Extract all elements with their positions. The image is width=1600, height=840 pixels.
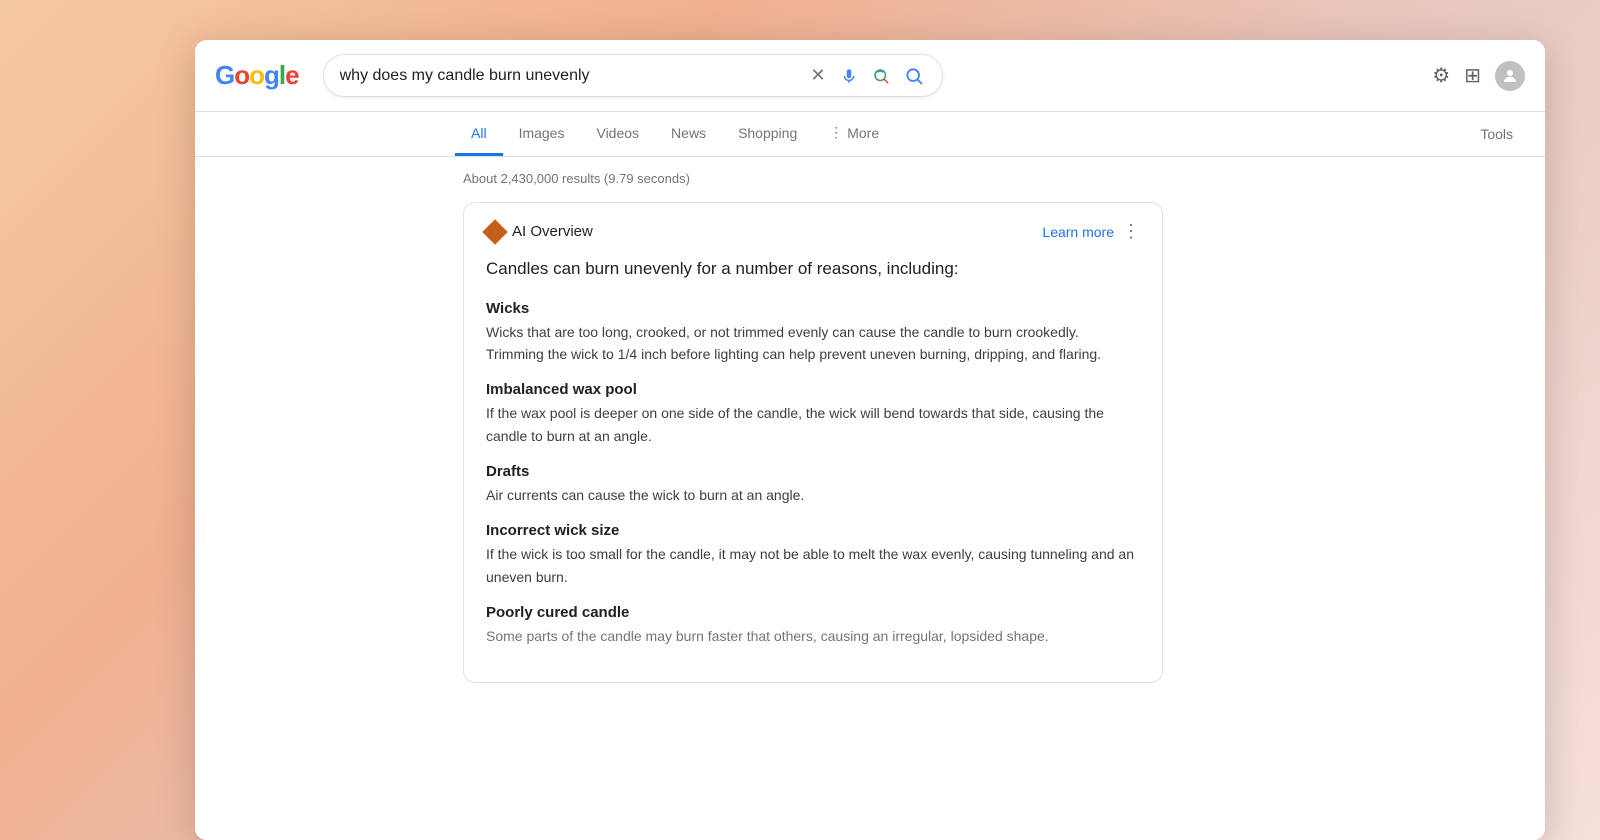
learn-more-link[interactable]: Learn more (1042, 224, 1114, 240)
ai-title-row: AI Overview (486, 223, 593, 241)
logo-o2: o (249, 60, 264, 91)
settings-icon[interactable]: ⚙ (1432, 63, 1450, 88)
ai-overview-title: AI Overview (512, 223, 593, 240)
top-right-icons: ⚙ ⊞ (1432, 61, 1525, 91)
search-submit-button[interactable] (902, 64, 926, 88)
ai-section-wax: Imbalanced wax pool If the wax pool is d… (486, 381, 1140, 447)
tab-images[interactable]: Images (503, 113, 581, 156)
ai-section-title-wax: Imbalanced wax pool (486, 381, 1140, 398)
ai-overview: AI Overview Learn more ⋮ Candles can bur… (463, 202, 1163, 683)
more-dots-icon: ⋮ (829, 124, 843, 141)
logo-g: G (215, 60, 234, 91)
ai-options-icon[interactable]: ⋮ (1122, 221, 1140, 242)
avatar[interactable] (1495, 61, 1525, 91)
tab-videos[interactable]: Videos (580, 113, 655, 156)
google-logo: G o o g l e (215, 60, 299, 91)
ai-section-title-wick-size: Incorrect wick size (486, 522, 1140, 539)
tools-button[interactable]: Tools (1468, 118, 1525, 150)
ai-section-text-wicks: Wicks that are too long, crooked, or not… (486, 321, 1140, 366)
tab-more[interactable]: ⋮ More (813, 112, 895, 156)
main-content: About 2,430,000 results (9.79 seconds) A… (195, 157, 1545, 840)
ai-section-cured: Poorly cured candle Some parts of the ca… (486, 604, 1140, 647)
search-input[interactable] (340, 67, 799, 85)
logo-e: e (285, 60, 298, 91)
clear-button[interactable]: ✕ (809, 63, 828, 88)
ai-intro: Candles can burn unevenly for a number o… (486, 256, 1140, 282)
logo-o1: o (234, 60, 249, 91)
ai-header-right: Learn more ⋮ (1042, 221, 1140, 242)
tab-news[interactable]: News (655, 113, 722, 156)
lens-search-button[interactable] (870, 65, 892, 87)
ai-section-drafts: Drafts Air currents can cause the wick t… (486, 463, 1140, 506)
results-count: About 2,430,000 results (9.79 seconds) (463, 171, 1525, 186)
ai-section-title-cured: Poorly cured candle (486, 604, 1140, 621)
apps-icon[interactable]: ⊞ (1464, 63, 1481, 88)
search-bar: ✕ (323, 54, 943, 97)
ai-diamond-icon (482, 219, 507, 244)
ai-section-text-wax: If the wax pool is deeper on one side of… (486, 402, 1140, 447)
top-bar: G o o g l e ✕ (195, 40, 1545, 112)
tab-shopping[interactable]: Shopping (722, 113, 813, 156)
ai-overview-header: AI Overview Learn more ⋮ (486, 221, 1140, 242)
search-icons: ✕ (809, 63, 926, 88)
voice-search-button[interactable] (838, 65, 860, 87)
ai-section-wicks: Wicks Wicks that are too long, crooked, … (486, 300, 1140, 366)
browser-window: G o o g l e ✕ (195, 40, 1545, 840)
ai-section-title-drafts: Drafts (486, 463, 1140, 480)
nav-tabs: All Images Videos News Shopping ⋮ More T… (195, 112, 1545, 157)
tab-all[interactable]: All (455, 113, 503, 156)
ai-section-wick-size: Incorrect wick size If the wick is too s… (486, 522, 1140, 588)
ai-section-title-wicks: Wicks (486, 300, 1140, 317)
logo-g2: g (264, 60, 279, 91)
ai-section-text-cured: Some parts of the candle may burn faster… (486, 625, 1140, 647)
ai-section-text-wick-size: If the wick is too small for the candle,… (486, 543, 1140, 588)
ai-section-text-drafts: Air currents can cause the wick to burn … (486, 484, 1140, 506)
